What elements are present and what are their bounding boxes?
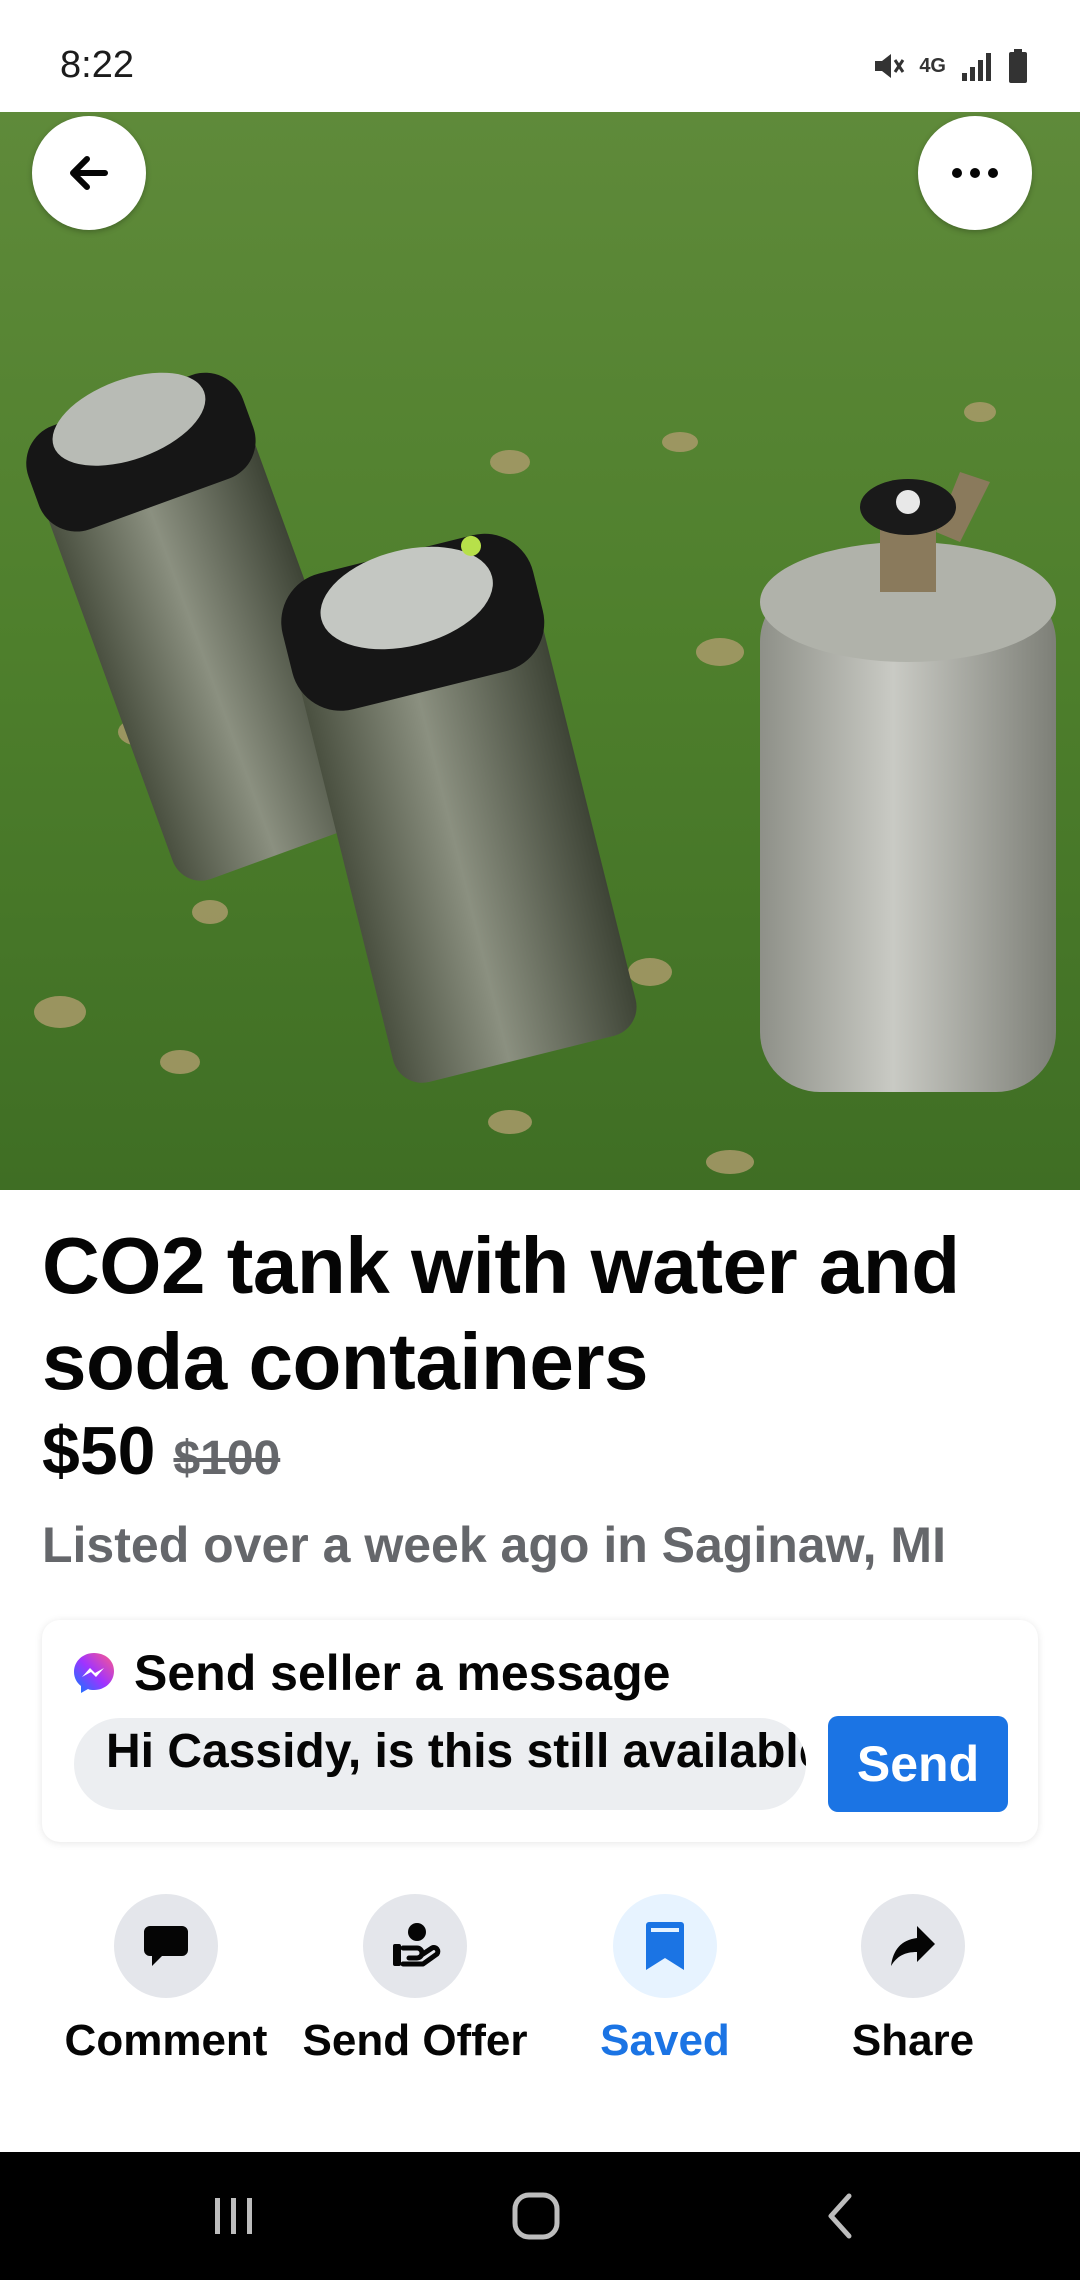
system-back-button[interactable] [800,2184,880,2248]
saved-label: Saved [600,2016,730,2065]
offer-icon [393,1923,441,1967]
comment-label: Comment [64,2016,268,2065]
message-header: Send seller a message [72,1644,670,1702]
comment-button[interactable]: Comment [41,1894,291,2066]
share-button[interactable]: Share [788,1894,1038,2066]
listing-title: CO2 tank with water and soda containers [42,1221,960,1406]
messenger-icon [74,1653,114,1693]
more-options-button[interactable] [918,116,1032,230]
mute-icon [875,54,905,78]
share-icon [891,1926,935,1966]
message-seller-card: Send seller a message Hi Cassidy, is thi… [42,1620,1038,1842]
arrow-left-icon [70,156,108,190]
send-button[interactable]: Send [828,1716,1008,1812]
bookmark-icon [646,1922,684,1970]
comment-icon [144,1926,188,1966]
send-offer-label: Send Offer [302,2016,528,2065]
share-label: Share [851,2016,975,2065]
status-time: 8:22 [60,44,134,86]
status-bar: 8:22 4G [0,0,1080,112]
message-title: Send seller a message [134,1645,671,1701]
recent-apps-button[interactable] [194,2184,274,2248]
send-offer-button[interactable]: Send Offer [290,1894,540,2066]
listing-location: Listed over a week ago in Saginaw, MI [42,1517,946,1573]
home-button[interactable] [496,2184,576,2248]
home-icon [512,2192,560,2240]
saved-button[interactable]: Saved [540,1894,790,2066]
original-price: $100 [173,1432,281,1485]
signal-icon [962,53,991,81]
status-icons: 4G [871,46,1028,86]
network-4g-icon: 4G [919,55,946,77]
recent-apps-icon [215,2198,252,2234]
listing-price: $50 [42,1413,156,1489]
listing-photo[interactable] [0,112,1080,1190]
action-row: Comment Send Offer Saved Share [0,1894,1080,2074]
system-nav-bar [0,2152,1080,2280]
back-button[interactable] [32,116,146,230]
message-input[interactable]: Hi Cassidy, is this still available? [74,1718,806,1810]
chevron-left-icon [828,2193,852,2239]
price-row: $50 $100 [42,1412,280,1490]
more-dots-icon [952,168,998,178]
message-input-text: Hi Cassidy, is this still available? [106,1725,806,1778]
battery-icon [1009,49,1027,83]
